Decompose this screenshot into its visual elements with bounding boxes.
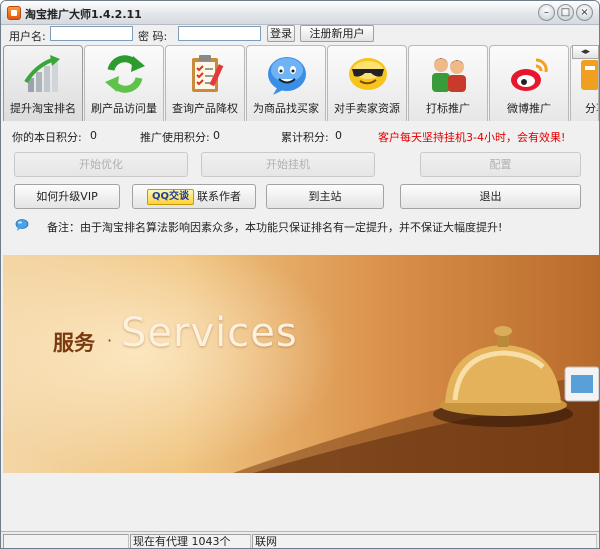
login-button[interactable]: 登录 bbox=[267, 25, 295, 42]
window-title: 淘宝推广大师1.4.2.11 bbox=[25, 8, 142, 21]
tab-label: 微博推广 bbox=[507, 102, 551, 115]
password-label: 密 码: bbox=[138, 30, 168, 43]
banner-cn-text: 服务 bbox=[53, 331, 95, 355]
service-bell-illustration bbox=[233, 326, 599, 473]
smiley-speech-icon bbox=[268, 57, 306, 95]
close-button[interactable]: × bbox=[576, 4, 593, 21]
status-cell-empty bbox=[3, 534, 129, 548]
tab-label: 提升淘宝排名 bbox=[10, 102, 76, 115]
services-banner: 服务 · Services bbox=[3, 255, 599, 473]
username-field[interactable] bbox=[50, 26, 133, 41]
maximize-button[interactable]: □ bbox=[557, 4, 574, 21]
tab-tag-promotion[interactable]: 打标推广 bbox=[408, 45, 488, 121]
empty-panel bbox=[3, 473, 599, 531]
tab-weibo-promotion[interactable]: 微博推广 bbox=[489, 45, 569, 121]
note-text: 备注：由于淘宝排名算法影响因素众多，本功能只保证排名有一定提升，并不保证大幅度提… bbox=[47, 221, 503, 234]
tab-rank-boost[interactable]: 提升淘宝排名 bbox=[3, 45, 83, 121]
title-bar[interactable]: 淘宝推广大师1.4.2.11 – □ × bbox=[1, 1, 599, 25]
weibo-icon bbox=[511, 58, 548, 91]
people-icon bbox=[432, 58, 466, 92]
username-label: 用户名: bbox=[9, 30, 46, 43]
tab-demotion-check[interactable]: 查询产品降权 bbox=[165, 45, 245, 121]
speech-bubble-icon bbox=[15, 219, 29, 231]
tab-label: 查询产品降权 bbox=[172, 102, 238, 115]
today-points-label: 你的本日积分: bbox=[12, 131, 82, 144]
start-optimize-button[interactable]: 开始优化 bbox=[14, 152, 188, 177]
tab-label: 为商品找买家 bbox=[253, 102, 319, 115]
tab-label: 刷产品访问量 bbox=[91, 102, 157, 115]
app-logo-icon bbox=[7, 6, 21, 20]
upgrade-vip-button[interactable]: 如何升级VIP bbox=[14, 184, 120, 209]
cool-face-icon bbox=[349, 58, 387, 90]
bar-chart-icon bbox=[24, 55, 60, 92]
banner-en-text: Services bbox=[121, 310, 298, 356]
login-row: 用户名: 密 码: 登录 注册新用户 bbox=[1, 25, 599, 43]
tab-competitor-resources[interactable]: 对手卖家资源 bbox=[327, 45, 407, 121]
network-status: 联网 bbox=[252, 534, 597, 548]
main-window: 淘宝推广大师1.4.2.11 – □ × 用户名: 密 码: 登录 注册新用户 … bbox=[0, 0, 600, 549]
promo-notice: 客户每天坚持挂机3-4小时，会有效果! bbox=[378, 131, 566, 144]
minimize-button[interactable]: – bbox=[538, 4, 555, 21]
go-home-button[interactable]: 到主站 bbox=[266, 184, 384, 209]
proxy-status: 现在有代理 1043个 bbox=[130, 534, 251, 548]
tab-label: 对手卖家资源 bbox=[334, 102, 400, 115]
today-points-value: 0 bbox=[90, 129, 97, 142]
register-button[interactable]: 注册新用户 bbox=[300, 25, 374, 42]
clipboard-checklist-icon bbox=[192, 55, 224, 92]
total-points-value: 0 bbox=[335, 129, 342, 142]
tab-scroll-arrows[interactable]: ◂▸ bbox=[572, 45, 599, 59]
start-hangup-button[interactable]: 开始挂机 bbox=[201, 152, 375, 177]
tab-label: 打标推广 bbox=[426, 102, 470, 115]
contact-author-label: 联系作者 bbox=[197, 190, 241, 203]
contact-author-button[interactable]: QQ交谈 联系作者 bbox=[132, 184, 256, 209]
tab-find-buyers[interactable]: 为商品找买家 bbox=[246, 45, 326, 121]
points-row: 你的本日积分: 0 推广使用积分: 0 累计积分: 0 客户每天坚持挂机3-4小… bbox=[1, 127, 599, 145]
note-row: 备注：由于淘宝排名算法影响因素众多，本功能只保证排名有一定提升，并不保证大幅度提… bbox=[1, 217, 599, 235]
tab-bar: 提升淘宝排名 刷产品访问量 查询产品降权 为商品找买家 对手卖家资源 打标推广 … bbox=[1, 43, 599, 121]
status-bar: 现在有代理 1043个 联网 bbox=[1, 531, 599, 548]
total-points-label: 累计积分: bbox=[281, 131, 329, 144]
password-field[interactable] bbox=[178, 26, 261, 41]
config-button[interactable]: 配置 bbox=[420, 152, 581, 177]
qq-chat-icon: QQ交谈 bbox=[146, 189, 194, 205]
tab-label: 分享 bbox=[585, 102, 598, 115]
exit-button[interactable]: 退出 bbox=[400, 184, 581, 209]
refresh-arrows-icon bbox=[105, 55, 145, 93]
promo-points-value: 0 bbox=[213, 129, 220, 142]
tab-visit-boost[interactable]: 刷产品访问量 bbox=[84, 45, 164, 121]
banner-separator: · bbox=[107, 331, 113, 350]
promo-points-label: 推广使用积分: bbox=[140, 131, 210, 144]
